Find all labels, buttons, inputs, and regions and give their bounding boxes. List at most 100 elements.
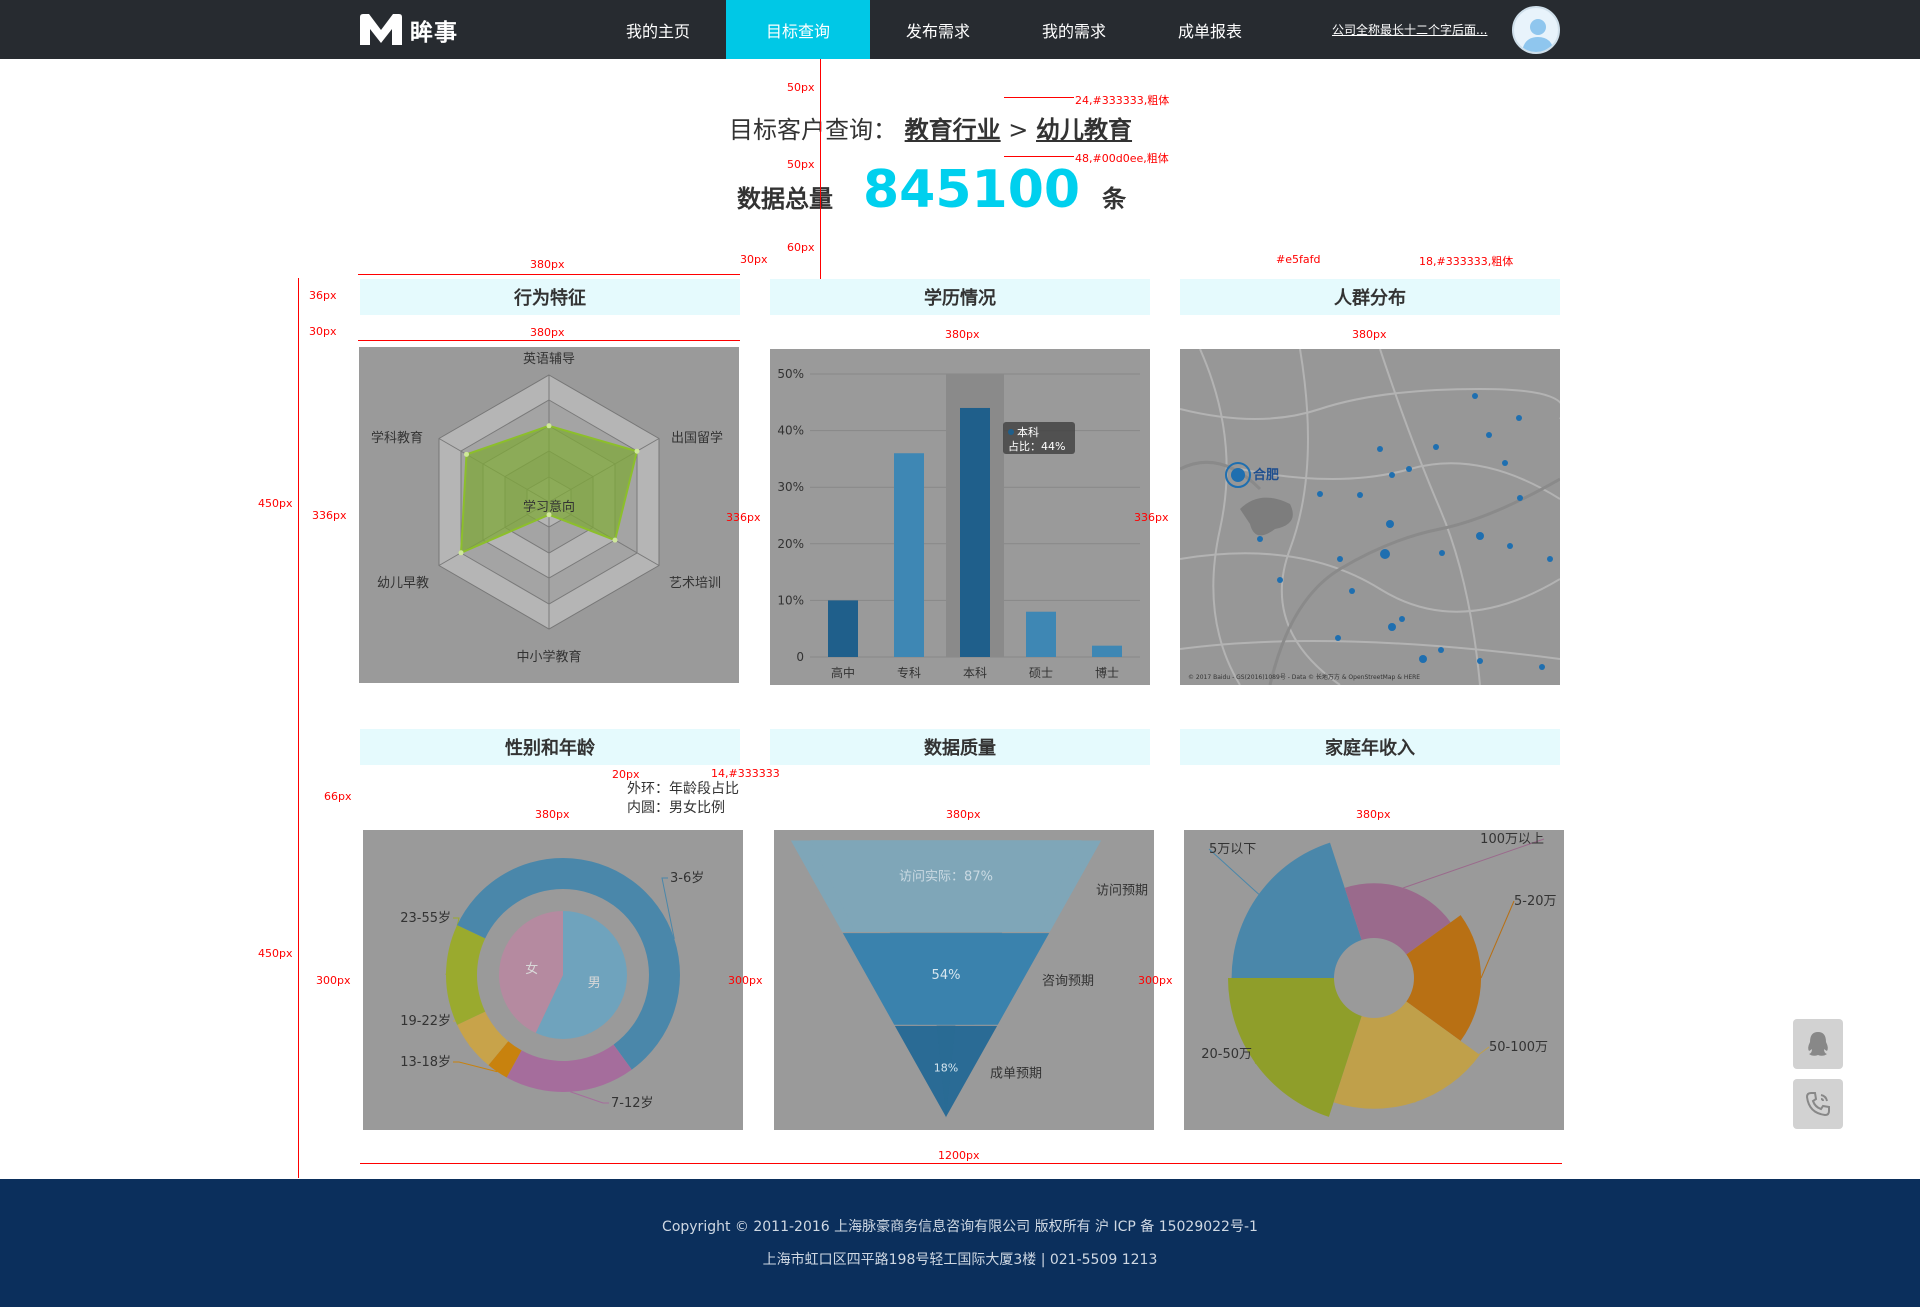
bar-ytick: 50% bbox=[777, 367, 804, 381]
map-point[interactable] bbox=[1476, 532, 1484, 540]
map-point[interactable] bbox=[1486, 432, 1492, 438]
map-point[interactable] bbox=[1380, 549, 1390, 559]
bar-本科[interactable] bbox=[960, 407, 990, 657]
map-point[interactable] bbox=[1377, 446, 1383, 452]
nav-deal-report[interactable]: 成单报表 bbox=[1142, 0, 1278, 59]
spec-30: 30px bbox=[309, 325, 337, 338]
radar-point[interactable] bbox=[464, 451, 470, 457]
funnel-value-label: 18% bbox=[934, 1062, 958, 1075]
rose-slice[interactable] bbox=[1231, 842, 1362, 978]
funnel-value-label: 访问实际：87% bbox=[899, 869, 993, 884]
map-point[interactable] bbox=[1277, 577, 1283, 583]
map-point[interactable] bbox=[1502, 460, 1508, 466]
note-outer-ring: 外环：年龄段占比 bbox=[627, 781, 739, 797]
bar-高中[interactable] bbox=[828, 600, 858, 657]
map-point[interactable] bbox=[1517, 495, 1523, 501]
rose-label: 100万以上 bbox=[1480, 832, 1544, 847]
radar-point[interactable] bbox=[546, 423, 552, 429]
avatar[interactable] bbox=[1512, 6, 1560, 54]
bar-xtick: 本科 bbox=[963, 666, 987, 680]
spec-leader-1 bbox=[1004, 97, 1074, 98]
map-point[interactable] bbox=[1317, 491, 1323, 497]
radar-label-art: 艺术培训 bbox=[669, 575, 721, 591]
map-point[interactable] bbox=[1419, 655, 1427, 663]
logo-text: 眸事 bbox=[410, 20, 458, 46]
funnel-actual[interactable] bbox=[810, 840, 1082, 933]
map-point[interactable] bbox=[1399, 616, 1405, 622]
radar-point[interactable] bbox=[634, 448, 640, 454]
nav-target-query[interactable]: 目标查询 bbox=[726, 0, 870, 59]
total-value: 845100 bbox=[863, 160, 1081, 220]
nav-my-demand[interactable]: 我的需求 bbox=[1006, 0, 1142, 59]
radar-point[interactable] bbox=[612, 537, 618, 543]
bar-硕士[interactable] bbox=[1026, 611, 1056, 657]
outer-ring-slice[interactable] bbox=[506, 1044, 632, 1092]
company-name-link[interactable]: 公司全称最长十二个字后面... bbox=[1332, 21, 1487, 38]
panel-title-quality: 数据质量 bbox=[770, 729, 1150, 765]
spec-left-line bbox=[298, 278, 299, 1178]
logo[interactable]: 眸事 bbox=[358, 13, 458, 47]
radar-point[interactable] bbox=[458, 550, 464, 556]
crowd-map[interactable]: 合肥 © 2017 Baidu - GS(2016)1089号 - Data ©… bbox=[1180, 349, 1560, 685]
map-point[interactable] bbox=[1438, 647, 1444, 653]
map-point[interactable] bbox=[1257, 536, 1263, 542]
map-point[interactable] bbox=[1406, 466, 1412, 472]
outer-label: 23-55岁 bbox=[400, 911, 451, 926]
sub-industry-link[interactable]: 幼儿教育 bbox=[1036, 116, 1132, 144]
bar-专科[interactable] bbox=[894, 453, 924, 657]
map-points bbox=[1257, 393, 1553, 670]
logo-m-icon bbox=[360, 14, 402, 45]
panel-title-education: 学历情况 bbox=[770, 279, 1150, 315]
funnel-value-label: 54% bbox=[932, 968, 961, 983]
footer-address: 上海市虹口区四平路198号轻工国际大厦3楼 | 021-5509 1213 bbox=[762, 1252, 1158, 1268]
quality-funnel-chart: 访问实际：87% 访问预期 54% 咨询预期 18% 成单预期 bbox=[789, 839, 1148, 1120]
map-point[interactable] bbox=[1472, 393, 1478, 399]
spec-380-c: 380px bbox=[1352, 328, 1387, 341]
nav-publish-demand[interactable]: 发布需求 bbox=[870, 0, 1006, 59]
map-point[interactable] bbox=[1433, 444, 1439, 450]
map-point[interactable] bbox=[1337, 556, 1343, 562]
map-point[interactable] bbox=[1507, 543, 1513, 549]
outer-ring-slice[interactable] bbox=[446, 925, 486, 1025]
total-label: 数据总量 bbox=[737, 185, 833, 213]
spec-36: 36px bbox=[309, 289, 337, 302]
bar-博士[interactable] bbox=[1092, 645, 1122, 657]
map-point[interactable] bbox=[1477, 658, 1483, 664]
radar-label-study-abroad: 出国留学 bbox=[671, 430, 723, 446]
spec-title-font: 24,#333333,粗体 bbox=[1075, 94, 1170, 107]
footer-copyright: Copyright © 2011-2016 上海脉豪商务信息咨询有限公司 版权所… bbox=[662, 1219, 1258, 1235]
funnel-panel: 访问实际：87% 访问预期 54% 咨询预期 18% 成单预期 bbox=[774, 830, 1154, 1130]
map-point[interactable] bbox=[1388, 623, 1396, 631]
note-inner-circle: 内圆：男女比例 bbox=[627, 800, 725, 816]
bar-chart-panel: 0 10% 20% 30% 40% 50% 高中 专科 本科 硕士 博士 本科 占比：44% bbox=[770, 349, 1150, 685]
map-point[interactable] bbox=[1335, 635, 1341, 641]
radar-label-k12: 中小学教育 bbox=[516, 649, 581, 665]
map-point[interactable] bbox=[1547, 556, 1553, 562]
inner-label: 女 bbox=[525, 961, 538, 977]
rose-label: 20-50万 bbox=[1201, 1047, 1252, 1062]
radar-chart-panel: 英语辅导 出国留学 艺术培训 中小学教育 幼儿早教 学科教育 学习意向 bbox=[359, 347, 739, 683]
spec-50a: 50px bbox=[787, 81, 815, 94]
spec-line-center bbox=[820, 59, 821, 279]
bar-ytick: 0 bbox=[796, 650, 804, 664]
map-point[interactable] bbox=[1386, 520, 1394, 528]
map-point[interactable] bbox=[1439, 550, 1445, 556]
nav-home[interactable]: 我的主页 bbox=[590, 0, 726, 59]
map-point[interactable] bbox=[1349, 588, 1355, 594]
map-point[interactable] bbox=[1389, 472, 1395, 478]
map-hefei-dot[interactable] bbox=[1231, 468, 1245, 482]
footer: Copyright © 2011-2016 上海脉豪商务信息咨询有限公司 版权所… bbox=[0, 1179, 1920, 1307]
map-point[interactable] bbox=[1539, 664, 1545, 670]
inner-label: 男 bbox=[588, 976, 601, 991]
crowd-map-panel[interactable]: 合肥 © 2017 Baidu - GS(2016)1089号 - Data ©… bbox=[1180, 349, 1560, 685]
industry-link[interactable]: 教育行业 bbox=[905, 116, 1001, 144]
spec-300b: 300px bbox=[728, 974, 763, 987]
qq-contact-button[interactable] bbox=[1793, 1019, 1843, 1069]
phone-contact-button[interactable] bbox=[1793, 1079, 1843, 1129]
spec-leader-2 bbox=[1004, 156, 1074, 157]
map-point[interactable] bbox=[1357, 492, 1363, 498]
bar-ytick: 20% bbox=[777, 537, 804, 551]
qq-icon bbox=[1808, 1032, 1828, 1056]
map-point[interactable] bbox=[1516, 415, 1522, 421]
bar-chart: 010%20%30%40%50%高中 专科 本科 硕士 博士本科占比：44% bbox=[777, 367, 1140, 680]
